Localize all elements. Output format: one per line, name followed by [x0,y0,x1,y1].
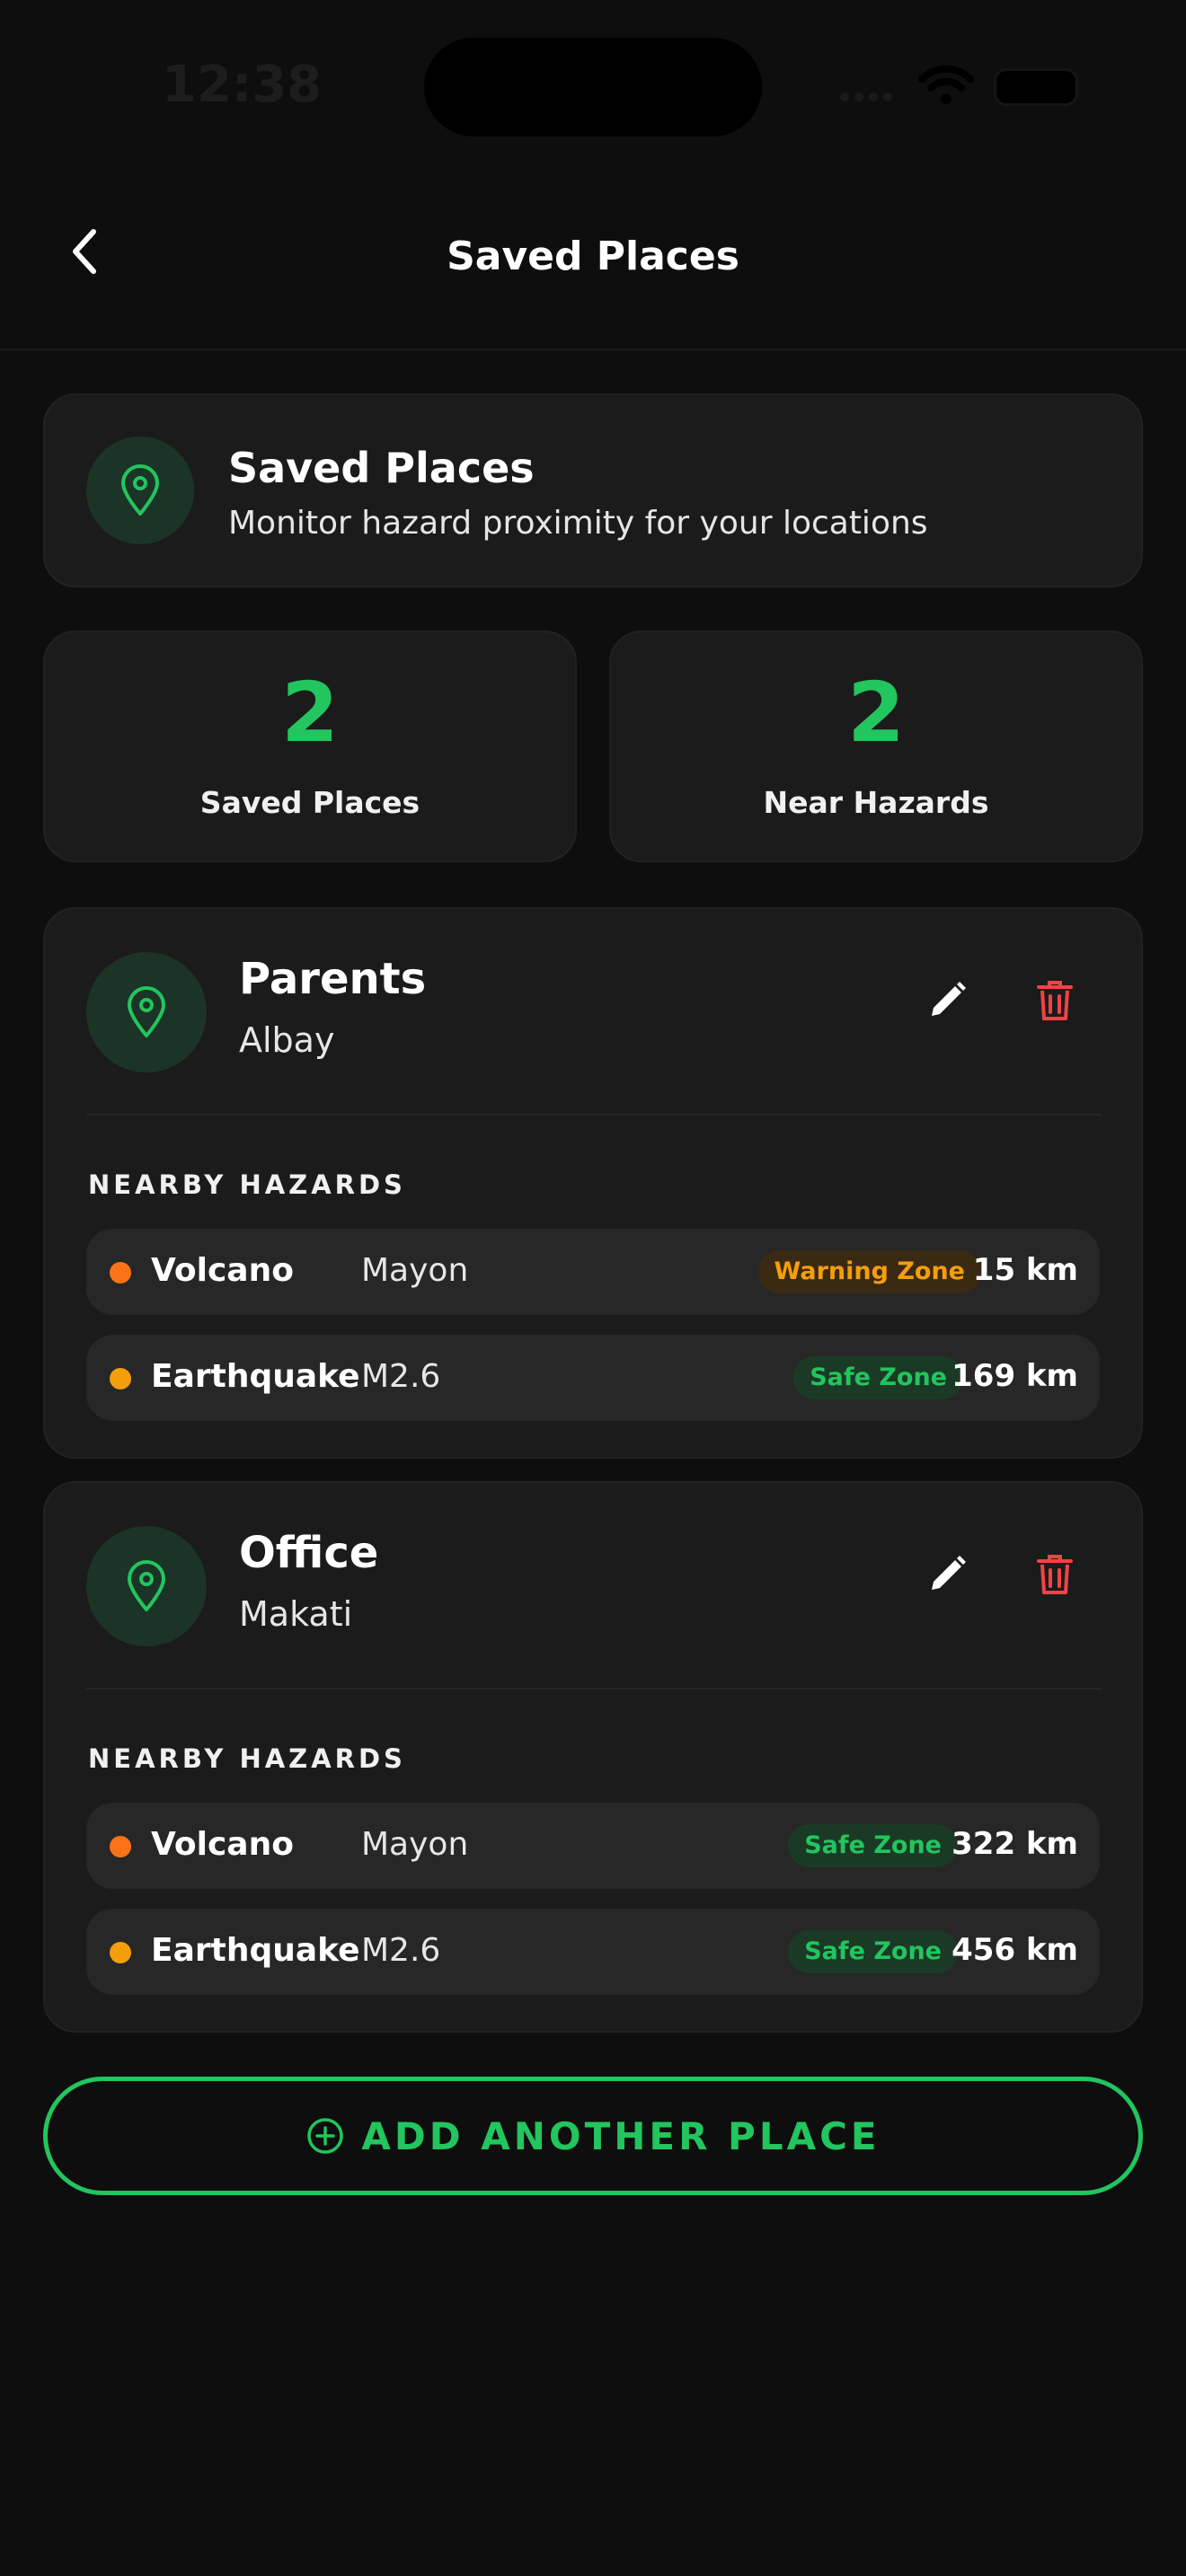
hazard-name: M2.6 [361,1358,441,1395]
status-time: 12:38 [162,56,323,114]
edit-button[interactable] [920,1548,974,1601]
divider [86,1114,1102,1116]
section-label: NEARBY HAZARDS [88,1743,406,1774]
place-card: Office Makati NEARBY HAZARDS Volcano May… [43,1481,1143,2033]
place-card: Parents Albay NEARBY HAZARDS Volcano May… [43,907,1143,1459]
zone-badge: Safe Zone [788,1824,958,1867]
map-pin-icon [121,464,159,516]
battery-icon [994,68,1078,106]
hazard-distance: 456 km [951,1932,1078,1968]
map-pin-icon [128,986,165,1037]
dynamic-island [424,38,762,137]
hazard-dot [110,1942,131,1963]
zone-badge: Warning Zone [757,1250,981,1293]
hazard-name: Mayon [361,1826,469,1863]
stat-value: 2 [846,665,905,761]
wifi-icon [918,65,974,104]
zone-badge: Safe Zone [793,1356,963,1399]
edit-button[interactable] [920,974,974,1028]
hazard-distance: 169 km [951,1358,1078,1394]
hazard-type: Earthquake [151,1358,360,1395]
signal-icon [840,88,898,102]
hazard-name: M2.6 [361,1932,441,1969]
status-bar: 12:38 [0,0,1186,171]
hazard-row[interactable]: Earthquake M2.6 Safe Zone 456 km [86,1909,1100,1995]
divider [86,1688,1102,1689]
hazard-name: Mayon [361,1252,469,1289]
place-name: Parents [239,954,427,1004]
hazard-dot [110,1836,131,1857]
hazard-distance: 322 km [951,1826,1078,1862]
pin-badge [86,1526,207,1646]
place-location: Albay [239,1020,335,1060]
section-label: NEARBY HAZARDS [88,1169,406,1200]
delete-button[interactable] [1028,1548,1082,1601]
hazard-row[interactable]: Volcano Mayon Warning Zone 15 km [86,1229,1100,1315]
trash-icon [1037,1555,1073,1594]
zone-badge: Safe Zone [788,1930,958,1973]
hazard-row[interactable]: Volcano Mayon Safe Zone 322 km [86,1803,1100,1889]
plus-circle-icon [307,2118,344,2154]
pin-badge [86,952,207,1072]
hazard-type: Volcano [151,1826,294,1863]
add-place-button[interactable]: ADD ANOTHER PLACE [43,2077,1143,2195]
hazard-dot [110,1262,131,1284]
hazard-row[interactable]: Earthquake M2.6 Safe Zone 169 km [86,1335,1100,1421]
trash-icon [1037,981,1073,1020]
place-name: Office [239,1528,379,1578]
stat-card-saved-places: 2 Saved Places [43,631,577,862]
hazard-type: Earthquake [151,1932,360,1969]
stat-card-near-hazards: 2 Near Hazards [609,631,1143,862]
hazard-dot [110,1368,131,1389]
map-pin-icon [128,1560,165,1611]
stat-label: Saved Places [199,785,420,820]
stat-value: 2 [280,665,339,761]
nav-bar: Saved Places [0,171,1186,350]
add-place-label: ADD ANOTHER PLACE [361,2113,881,2158]
hazard-distance: 15 km [972,1252,1078,1288]
pin-badge [86,437,194,544]
hazard-type: Volcano [151,1252,294,1289]
header-subtitle: Monitor hazard proximity for your locati… [228,505,928,542]
pencil-icon [932,1556,966,1590]
page-title: Saved Places [447,234,739,279]
place-location: Makati [239,1594,353,1634]
delete-button[interactable] [1028,974,1082,1028]
pencil-icon [932,982,966,1016]
header-title: Saved Places [228,444,535,492]
stat-label: Near Hazards [763,785,989,820]
header-card: Saved Places Monitor hazard proximity fo… [43,393,1143,587]
